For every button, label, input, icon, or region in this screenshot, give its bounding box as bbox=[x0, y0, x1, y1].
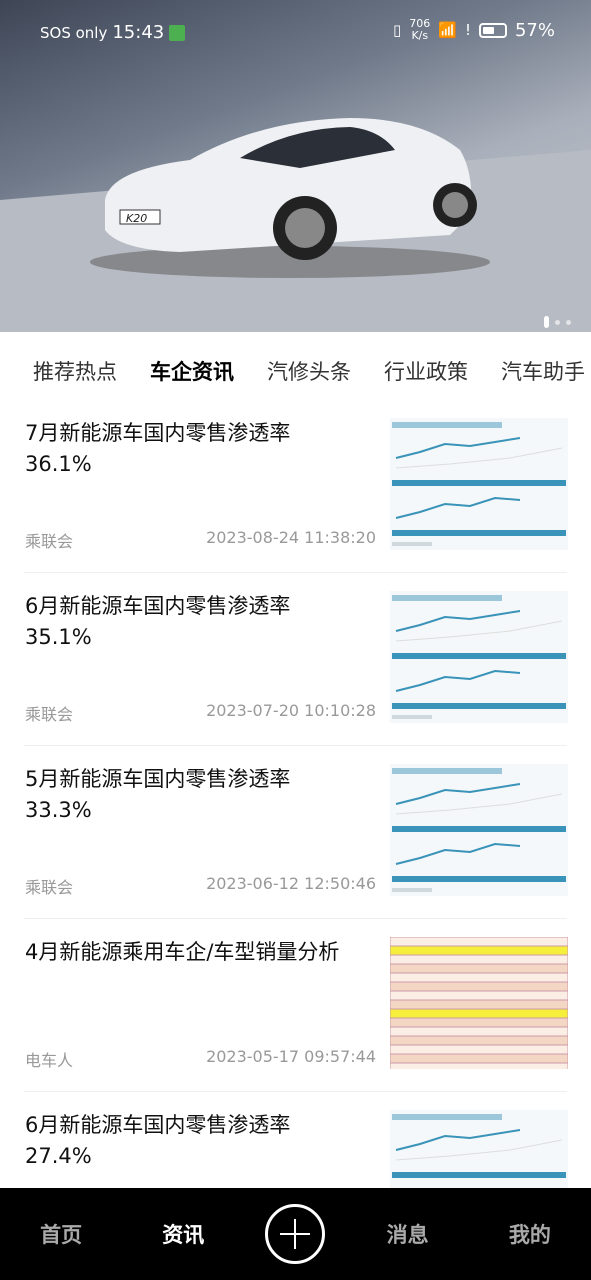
article-item[interactable]: 4月新能源乘用车企/车型销量分析电车人 2023-05-17 09:57:44 bbox=[24, 919, 569, 1092]
carousel-indicator bbox=[544, 316, 571, 328]
clock: 15:43 bbox=[112, 22, 165, 43]
nav-item-1[interactable]: 资讯 bbox=[143, 1219, 223, 1249]
article-source: 电车人 bbox=[25, 1051, 74, 1070]
article-time: 2023-07-20 10:10:28 bbox=[206, 701, 376, 720]
category-tabs: 推荐热点 车企资讯 汽修头条 行业政策 汽车助手 bbox=[0, 352, 591, 392]
article-time: 2023-08-24 11:38:20 bbox=[206, 528, 376, 547]
nav-item-4[interactable]: 我的 bbox=[490, 1219, 570, 1249]
article-item[interactable]: 7月新能源车国内零售渗透率36.1% 乘联会 2023-08-24 11:38:20 bbox=[24, 400, 568, 573]
battery-icon bbox=[478, 22, 507, 38]
sim-alert-icon: ! bbox=[464, 21, 471, 39]
tab-3[interactable]: 行业政策 bbox=[384, 352, 468, 392]
hero-banner[interactable]: K20 SOS only 15:43 ▯ 706 K/s 📶 ! 57% bbox=[0, 0, 591, 332]
tab-0[interactable]: 推荐热点 bbox=[33, 352, 117, 392]
svg-text:K20: K20 bbox=[126, 212, 147, 225]
tab-1[interactable]: 车企资讯 bbox=[150, 352, 234, 392]
carrier-text: SOS only bbox=[40, 23, 108, 42]
article-source: 乘联会 bbox=[25, 532, 74, 551]
wifi-icon: 📶 bbox=[438, 21, 457, 39]
vibrate-icon: ▯ bbox=[393, 21, 402, 39]
article-time: 2023-05-17 09:57:44 bbox=[206, 1047, 376, 1066]
article-item[interactable]: 6月新能源车国内零售渗透率35.1% 乘联会 2023-07-20 10:10:28 bbox=[24, 573, 568, 746]
article-thumbnail[interactable] bbox=[390, 418, 568, 550]
tab-4[interactable]: 汽车助手 bbox=[501, 352, 585, 392]
network-speed: 706 K/s bbox=[409, 17, 431, 42]
battery-percent: 57% bbox=[514, 19, 555, 41]
article-source: 乘联会 bbox=[25, 878, 74, 897]
article-title[interactable]: 4月新能源乘用车企/车型销量分析 bbox=[25, 937, 345, 968]
app-notification-icon bbox=[169, 24, 186, 41]
article-list: 7月新能源车国内零售渗透率36.1% 乘联会 2023-08-24 11:38:20… bbox=[0, 400, 591, 1265]
article-thumbnail[interactable] bbox=[389, 936, 569, 1073]
nav-item-0[interactable]: 首页 bbox=[21, 1219, 101, 1249]
article-title[interactable]: 6月新能源车国内零售渗透率35.1% bbox=[25, 591, 345, 653]
article-title[interactable]: 5月新能源车国内零售渗透率33.3% bbox=[25, 764, 345, 826]
status-bar: SOS only 15:43 ▯ 706 K/s 📶 ! 57% bbox=[0, 0, 591, 66]
plus-circle-icon[interactable] bbox=[265, 1204, 326, 1264]
tab-2[interactable]: 汽修头条 bbox=[267, 352, 351, 392]
article-title[interactable]: 6月新能源车国内零售渗透率27.4% bbox=[25, 1110, 345, 1172]
article-title[interactable]: 7月新能源车国内零售渗透率36.1% bbox=[25, 418, 345, 480]
article-time: 2023-06-12 12:50:46 bbox=[206, 874, 376, 893]
article-thumbnail[interactable] bbox=[390, 764, 568, 896]
bottom-nav: 首页 资讯 消息 我的 bbox=[0, 1188, 591, 1280]
nav-item-3[interactable]: 消息 bbox=[368, 1219, 448, 1249]
article-source: 乘联会 bbox=[25, 705, 74, 724]
article-thumbnail[interactable] bbox=[390, 591, 568, 723]
article-item[interactable]: 5月新能源车国内零售渗透率33.3% 乘联会 2023-06-12 12:50:46 bbox=[24, 746, 568, 919]
